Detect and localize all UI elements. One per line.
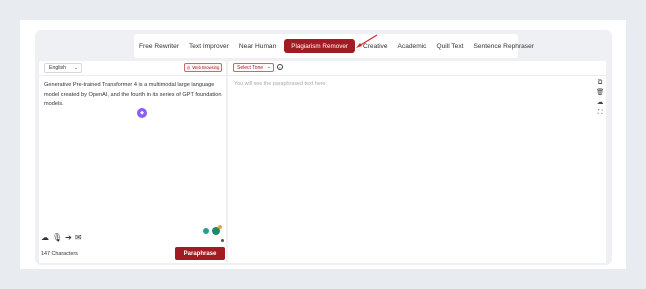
microphone-icon[interactable]: 🎙 [52,234,62,242]
divider [39,75,226,76]
chevron-down-icon: ⌄ [266,64,271,70]
tab-near-human[interactable]: Near Human [234,34,281,58]
output-panel: Select Tone ⌄ i You will see the paraphr… [228,61,606,260]
input-footer: 147 Characters Paraphrase [39,246,226,263]
mode-tabs: Free Rewriter Text Improver Near Human P… [134,34,534,58]
language-select[interactable]: English ⌄ [44,63,82,73]
output-placeholder: You will see the paraphrased text here. [234,81,327,87]
pointer-arrow-icon [356,34,378,48]
language-value: English [49,65,67,71]
info-icon[interactable]: i [277,64,283,70]
page-container: Free Rewriter Text Improver Near Human P… [20,20,626,269]
download-cloud-icon[interactable]: ☁ [597,99,604,107]
divider [228,75,606,76]
tool-area: Free Rewriter Text Improver Near Human P… [35,30,612,265]
tab-quill-text[interactable]: Quill Text [431,34,468,58]
web-browsing-button[interactable]: ◎ Web Browsing [184,63,222,72]
tab-plagiarism-remover[interactable]: Plagiarism Remover [284,39,355,53]
fullscreen-icon[interactable]: ⛶ [598,109,603,117]
web-browsing-label: Web Browsing [192,65,220,70]
upload-cloud-icon[interactable]: ☁ [41,234,49,242]
character-count: 147 Characters [41,251,78,257]
globe-icon: ◎ [186,65,191,70]
tab-sentence-rephraser[interactable]: Sentence Rephraser [468,34,538,58]
output-footer [228,246,606,263]
assistant-icon[interactable]: ◆ [137,108,147,118]
arrow-right-icon[interactable]: ➔ [65,234,72,242]
input-panel: English ⌄ ◎ Web Browsing Generative Pre-… [39,61,226,260]
paraphrase-button[interactable]: Paraphrase [175,247,225,260]
input-textarea[interactable]: Generative Pre-trained Transformer 4 is … [44,81,224,110]
email-icon[interactable]: ✉ [75,234,82,242]
tab-free-rewriter[interactable]: Free Rewriter [134,34,184,58]
copy-icon[interactable]: ⧉ [598,79,603,87]
trash-icon[interactable]: 🗑 [596,89,604,97]
output-actions: ⧉ 🗑 ☁ ⛶ [596,79,604,117]
tab-text-improver[interactable]: Text Improver [184,34,234,58]
tone-select[interactable]: Select Tone ⌄ [233,63,274,72]
tab-academic[interactable]: Academic [393,34,432,58]
input-toolbar: ☁ 🎙 ➔ ✉ [39,232,226,244]
tone-value: Select Tone [237,64,264,71]
chevron-down-icon: ⌄ [73,65,78,71]
